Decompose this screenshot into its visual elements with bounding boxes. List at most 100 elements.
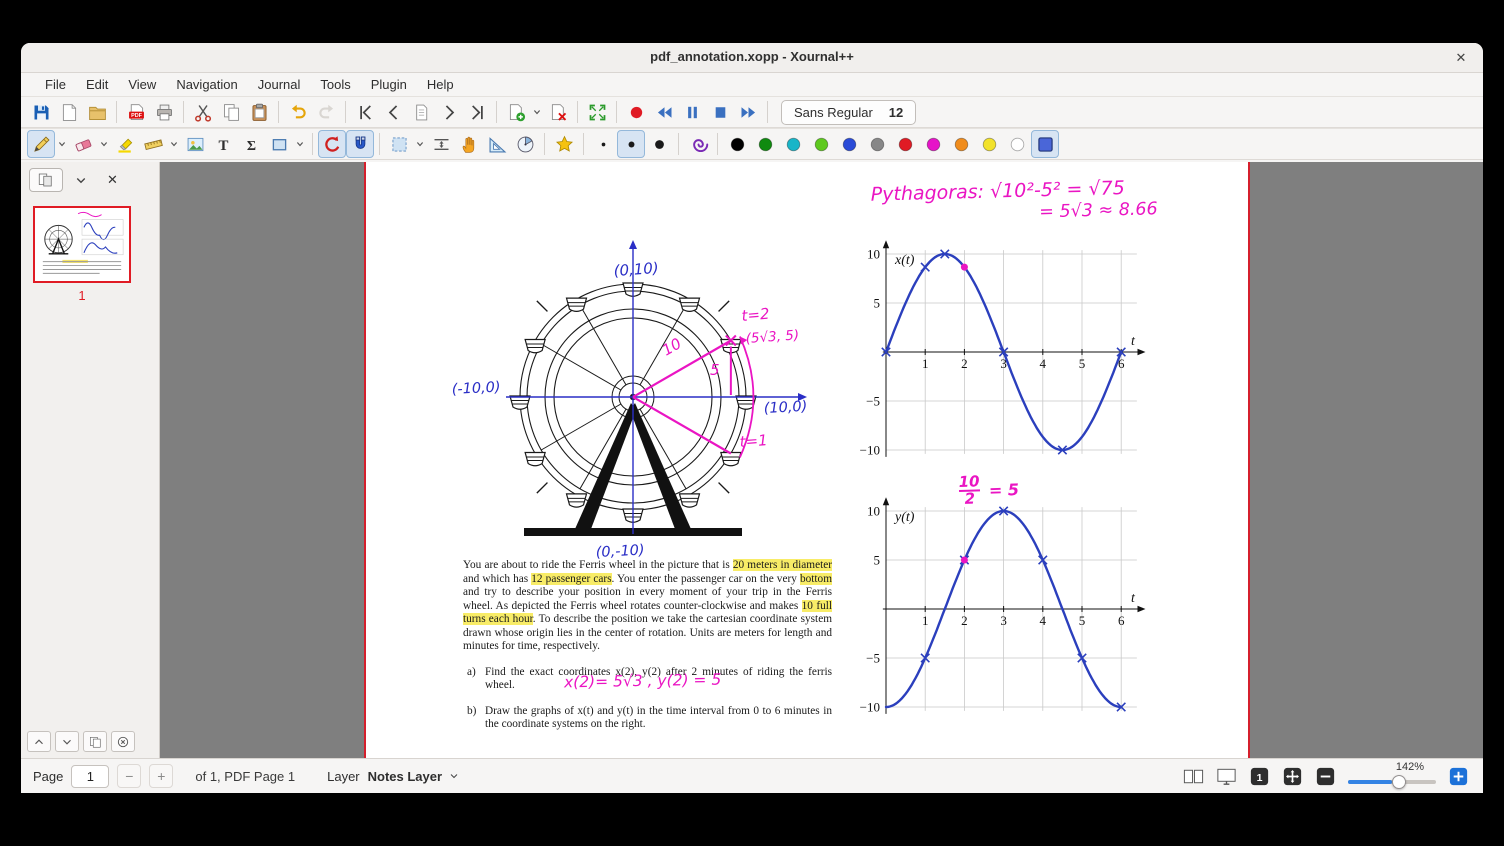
page-increment-button[interactable]: + bbox=[149, 764, 174, 788]
spline-button[interactable] bbox=[684, 130, 712, 158]
zoom-slider[interactable] bbox=[1348, 773, 1436, 791]
color-orange-button[interactable] bbox=[947, 130, 975, 158]
color-cyan-button[interactable] bbox=[779, 130, 807, 158]
menu-item-journal[interactable]: Journal bbox=[248, 75, 311, 94]
preview-layout-button[interactable] bbox=[29, 168, 63, 192]
zoom-100-button[interactable]: 1 bbox=[1247, 764, 1272, 789]
new-page-dropdown[interactable] bbox=[530, 98, 544, 126]
text-tool-button[interactable]: T bbox=[209, 130, 237, 158]
eraser-options-dropdown[interactable] bbox=[97, 130, 111, 158]
thickness-thick-button[interactable] bbox=[645, 130, 673, 158]
print-button[interactable] bbox=[150, 98, 178, 126]
open-file-button[interactable] bbox=[83, 98, 111, 126]
fullscreen-button[interactable] bbox=[583, 98, 611, 126]
first-page-button[interactable] bbox=[351, 98, 379, 126]
menu-item-file[interactable]: File bbox=[35, 75, 76, 94]
menu-item-view[interactable]: View bbox=[118, 75, 166, 94]
export-pdf-button[interactable]: PDF bbox=[122, 98, 150, 126]
pen-options-dropdown[interactable] bbox=[55, 130, 69, 158]
zoom-fit-button[interactable] bbox=[1280, 764, 1305, 789]
goto-page-button[interactable] bbox=[407, 98, 435, 126]
snapping-button[interactable] bbox=[346, 130, 374, 158]
new-page-button[interactable] bbox=[502, 98, 530, 126]
forward-button[interactable] bbox=[734, 98, 762, 126]
shape-recognizer-button[interactable] bbox=[318, 130, 346, 158]
pen-tool-button[interactable] bbox=[27, 130, 55, 158]
duplicate-page-button[interactable] bbox=[83, 731, 107, 752]
body-text: and which has bbox=[463, 572, 532, 585]
favorites-button[interactable] bbox=[550, 130, 578, 158]
preview-down-button[interactable] bbox=[55, 731, 79, 752]
zoom-in-button[interactable] bbox=[1446, 764, 1471, 789]
toolbar-separator bbox=[183, 101, 184, 123]
pages-icon bbox=[38, 173, 52, 187]
color-magenta-button[interactable] bbox=[919, 130, 947, 158]
redo-button[interactable] bbox=[312, 98, 340, 126]
next-page-button[interactable] bbox=[435, 98, 463, 126]
shapes-dropdown[interactable] bbox=[293, 130, 307, 158]
tex-tool-button[interactable]: Σ bbox=[237, 130, 265, 158]
color-yellow-button[interactable] bbox=[975, 130, 1003, 158]
layer-selector[interactable]: Notes Layer bbox=[368, 769, 460, 784]
color-green-button[interactable] bbox=[751, 130, 779, 158]
copy-button[interactable] bbox=[217, 98, 245, 126]
new-file-button[interactable] bbox=[55, 98, 83, 126]
highlighter-tool-button[interactable] bbox=[111, 130, 139, 158]
zoom-slider-handle[interactable] bbox=[1392, 775, 1406, 789]
menu-item-edit[interactable]: Edit bbox=[76, 75, 118, 94]
thickness-medium-button[interactable] bbox=[617, 130, 645, 158]
selection-dropdown[interactable] bbox=[413, 130, 427, 158]
compass-button[interactable] bbox=[511, 130, 539, 158]
pause-button[interactable] bbox=[678, 98, 706, 126]
color-black-button[interactable] bbox=[723, 130, 751, 158]
save-button[interactable] bbox=[27, 98, 55, 126]
shapes-tool-button[interactable] bbox=[265, 130, 293, 158]
color-white-button[interactable] bbox=[1003, 130, 1031, 158]
zoom-in-icon bbox=[1449, 767, 1468, 785]
record-audio-button[interactable] bbox=[622, 98, 650, 126]
cut-button[interactable] bbox=[189, 98, 217, 126]
preview-dropdown[interactable] bbox=[72, 168, 90, 192]
current-color-button[interactable] bbox=[1031, 130, 1059, 158]
image-tool-button[interactable] bbox=[181, 130, 209, 158]
delete-page-button[interactable] bbox=[544, 98, 572, 126]
menu-item-navigation[interactable]: Navigation bbox=[166, 75, 247, 94]
previous-page-button[interactable] bbox=[379, 98, 407, 126]
page-decrement-button[interactable]: − bbox=[117, 764, 142, 788]
color-red-button[interactable] bbox=[891, 130, 919, 158]
zoom-out-icon bbox=[1316, 767, 1335, 785]
eraser-tool-button[interactable] bbox=[69, 130, 97, 158]
document-area[interactable]: Pythagoras: √10²-5² = √75 = 5√3 ≈ 8.66 (… bbox=[160, 162, 1483, 758]
menu-item-plugin[interactable]: Plugin bbox=[361, 75, 417, 94]
undo-button[interactable] bbox=[284, 98, 312, 126]
vertical-space-button[interactable] bbox=[427, 130, 455, 158]
color-gray-button[interactable] bbox=[863, 130, 891, 158]
page-number-input[interactable] bbox=[71, 764, 110, 788]
svg-text:5: 5 bbox=[874, 553, 881, 568]
selection-tool-button[interactable] bbox=[385, 130, 413, 158]
presentation-mode-button[interactable] bbox=[1214, 764, 1239, 789]
fraction-result: = 5 bbox=[988, 479, 1020, 500]
color-blue-button[interactable] bbox=[835, 130, 863, 158]
setsquare-button[interactable] bbox=[483, 130, 511, 158]
last-page-button[interactable] bbox=[463, 98, 491, 126]
hand-tool-button[interactable] bbox=[455, 130, 483, 158]
zoom-out-button[interactable] bbox=[1313, 764, 1338, 789]
pair-pages-button[interactable] bbox=[1181, 764, 1206, 789]
page-thumbnail[interactable] bbox=[33, 206, 131, 283]
preview-up-button[interactable] bbox=[27, 731, 51, 752]
font-selector-button[interactable]: Sans Regular 12 bbox=[781, 99, 917, 125]
paste-button[interactable] bbox=[245, 98, 273, 126]
menu-item-help[interactable]: Help bbox=[417, 75, 464, 94]
color-lightgreen-button[interactable] bbox=[807, 130, 835, 158]
pdf-page[interactable]: Pythagoras: √10²-5² = √75 = 5√3 ≈ 8.66 (… bbox=[364, 162, 1250, 758]
delete-preview-button[interactable] bbox=[111, 731, 135, 752]
preview-close-button[interactable]: ✕ bbox=[107, 168, 118, 192]
ruler-tool-button[interactable] bbox=[139, 130, 167, 158]
ruler-options-dropdown[interactable] bbox=[167, 130, 181, 158]
thickness-fine-button[interactable] bbox=[589, 130, 617, 158]
window-close-button[interactable]: ✕ bbox=[1451, 48, 1471, 68]
rewind-button[interactable] bbox=[650, 98, 678, 126]
menu-item-tools[interactable]: Tools bbox=[310, 75, 360, 94]
stop-button[interactable] bbox=[706, 98, 734, 126]
